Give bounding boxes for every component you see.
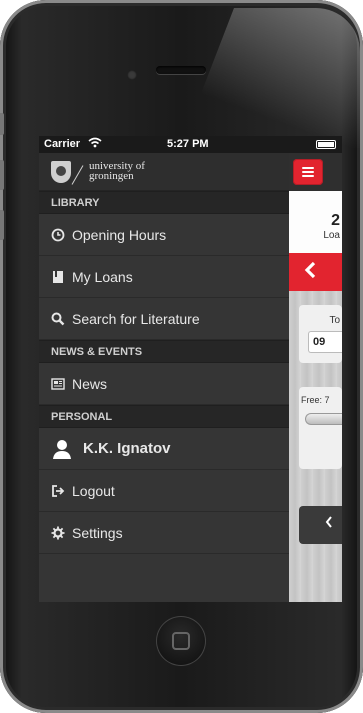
free-card: Free: 7 xyxy=(299,387,342,469)
loan-count-panel: 2 Loa xyxy=(289,191,342,253)
menu-item-my-loans[interactable]: My Loans xyxy=(39,256,289,298)
menu-header: university of groningen xyxy=(39,153,289,191)
main-content-peek: 2 Loa To 09 Free: 7 xyxy=(289,153,342,602)
main-topbar xyxy=(289,153,342,191)
home-square-icon xyxy=(172,632,190,650)
nav-back-button[interactable] xyxy=(299,506,342,544)
university-logo-text: university of groningen xyxy=(89,161,145,182)
logo-line2: groningen xyxy=(89,170,134,182)
menu-item-logout[interactable]: Logout xyxy=(39,470,289,512)
volume-down-button xyxy=(0,210,4,240)
chevron-left-icon[interactable] xyxy=(303,261,317,285)
menu-item-settings[interactable]: Settings xyxy=(39,512,289,554)
phone-frame: Carrier 5:27 PM university of groningen … xyxy=(0,0,363,713)
carrier-label: Carrier xyxy=(44,138,81,150)
volume-up-button xyxy=(0,160,4,190)
menu-item-search-literature[interactable]: Search for Literature xyxy=(39,298,289,340)
menu-item-label: Search for Literature xyxy=(72,311,200,327)
newspaper-icon xyxy=(51,377,65,391)
chevron-left-icon xyxy=(325,516,333,531)
free-slider[interactable] xyxy=(305,413,342,425)
menu-item-label: Logout xyxy=(72,483,115,499)
screen-glare xyxy=(180,8,360,148)
menu-item-user-profile[interactable]: K.K. Ignatov xyxy=(39,428,289,470)
gear-icon xyxy=(51,526,65,540)
time-card: To 09 xyxy=(299,305,342,363)
status-bar: Carrier 5:27 PM xyxy=(39,136,342,153)
section-personal: PERSONAL xyxy=(39,405,289,428)
content-background: To 09 Free: 7 xyxy=(289,291,342,602)
side-menu: university of groningen LIBRARY Opening … xyxy=(39,153,289,602)
time-card-value[interactable]: 09 xyxy=(308,331,342,353)
logo-divider xyxy=(71,165,84,185)
screen: Carrier 5:27 PM university of groningen … xyxy=(39,136,342,602)
loan-count-label: Loa xyxy=(323,230,340,241)
menu-item-news[interactable]: News xyxy=(39,363,289,405)
status-time: 5:27 PM xyxy=(167,138,209,150)
university-crest-icon xyxy=(51,161,71,183)
search-icon xyxy=(51,312,65,326)
menu-item-label: Settings xyxy=(72,525,123,541)
user-icon xyxy=(51,438,73,460)
user-name: K.K. Ignatov xyxy=(83,440,171,457)
section-news-events: NEWS & EVENTS xyxy=(39,340,289,363)
section-library: LIBRARY xyxy=(39,191,289,214)
mute-switch xyxy=(0,113,4,135)
menu-item-label: My Loans xyxy=(72,269,133,285)
logout-icon xyxy=(51,484,65,498)
home-button[interactable] xyxy=(156,616,206,666)
menu-item-label: Opening Hours xyxy=(72,227,167,243)
free-card-title: Free: 7 xyxy=(301,395,330,405)
time-card-title: To xyxy=(329,315,340,326)
menu-item-label: News xyxy=(72,376,108,392)
back-bar xyxy=(289,253,342,291)
loan-count: 2 xyxy=(331,212,340,229)
clock-icon xyxy=(51,228,65,242)
hamburger-menu-button[interactable] xyxy=(293,159,323,185)
battery-icon xyxy=(316,140,336,149)
menu-item-opening-hours[interactable]: Opening Hours xyxy=(39,214,289,256)
front-camera xyxy=(127,70,137,80)
book-icon xyxy=(51,270,65,284)
wifi-icon xyxy=(88,137,102,151)
earpiece-speaker xyxy=(156,66,206,74)
